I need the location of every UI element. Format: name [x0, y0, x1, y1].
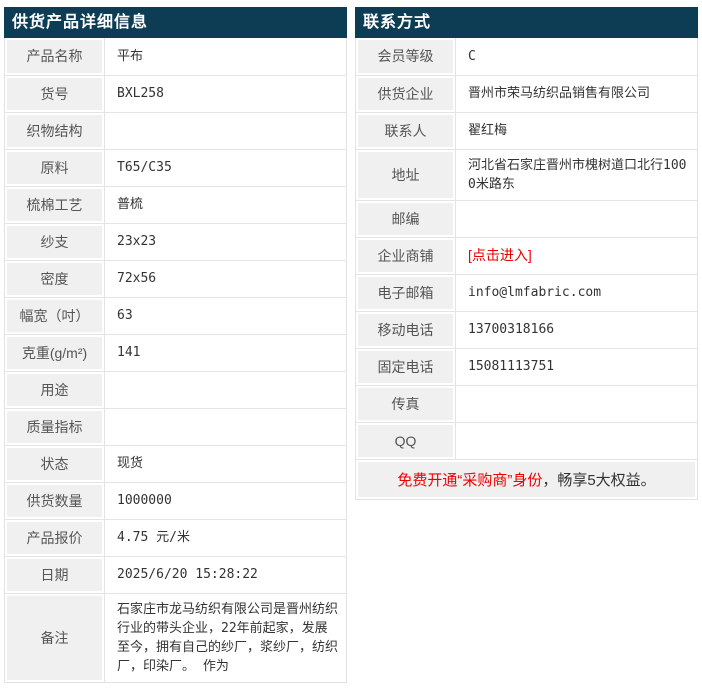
row-label: 货号 — [5, 75, 105, 112]
row-label: 供货数量 — [5, 482, 105, 519]
row-label: 联系人 — [356, 112, 456, 149]
enter-shop-link[interactable]: [点击进入] — [468, 247, 532, 263]
row-value: 1000000 — [105, 482, 347, 519]
promo-buyer-signup-link[interactable]: 免费开通“采购商”身份 — [397, 472, 542, 489]
product-row-8: 克重(g/m²)141 — [5, 334, 347, 371]
row-value: 2025/6/20 15:28:22 — [105, 556, 347, 593]
row-label: 产品报价 — [5, 519, 105, 556]
row-label: 原料 — [5, 149, 105, 186]
row-value: 平布 — [105, 38, 347, 75]
contact-row-1: 供货企业晋州市荣马纺织品销售有限公司 — [356, 75, 698, 112]
row-label: 企业商铺 — [356, 237, 456, 274]
promo-message: 免费开通“采购商”身份，畅享5大权益。 — [356, 459, 698, 499]
product-detail-panel-title: 供货产品详细信息 — [4, 7, 347, 38]
row-value: 141 — [105, 334, 347, 371]
row-label: 克重(g/m²) — [5, 334, 105, 371]
contact-row-4: 邮编 — [356, 200, 698, 237]
page: 供货产品详细信息 产品名称平布货号BXL258织物结构原料T65/C35梳棉工艺… — [0, 0, 702, 690]
promo-message-rest: ，畅享5大权益。 — [542, 472, 655, 489]
row-value: 23x23 — [105, 223, 347, 260]
product-row-10: 质量指标 — [5, 408, 347, 445]
row-value: 翟红梅 — [456, 112, 698, 149]
contact-row-5: 企业商铺 [点击进入] — [356, 237, 698, 274]
row-value: [点击进入] — [456, 237, 698, 274]
row-value: info@lmfabric.com — [456, 274, 698, 311]
product-detail-table: 产品名称平布货号BXL258织物结构原料T65/C35梳棉工艺普梳纱支23x23… — [4, 38, 347, 683]
row-label: 纱支 — [5, 223, 105, 260]
contact-row-2: 联系人翟红梅 — [356, 112, 698, 149]
row-value — [105, 371, 347, 408]
row-value — [105, 112, 347, 149]
product-row-9: 用途 — [5, 371, 347, 408]
row-value: T65/C35 — [105, 149, 347, 186]
contact-row-8: 固定电话15081113751 — [356, 348, 698, 385]
row-value: 72x56 — [105, 260, 347, 297]
row-label: 移动电话 — [356, 311, 456, 348]
contact-row-9: 传真 — [356, 385, 698, 422]
contact-row-0: 会员等级C — [356, 38, 698, 75]
row-value: 河北省石家庄晋州市槐树道口北行1000米路东 — [456, 149, 698, 200]
product-detail-panel: 供货产品详细信息 产品名称平布货号BXL258织物结构原料T65/C35梳棉工艺… — [4, 7, 347, 683]
row-label: 固定电话 — [356, 348, 456, 385]
product-row-6: 密度72x56 — [5, 260, 347, 297]
row-value — [456, 200, 698, 237]
contact-panel-title: 联系方式 — [355, 7, 698, 38]
row-label: 幅宽（吋） — [5, 297, 105, 334]
row-label: 电子邮箱 — [356, 274, 456, 311]
row-value: 晋州市荣马纺织品销售有限公司 — [456, 75, 698, 112]
product-row-11: 状态现货 — [5, 445, 347, 482]
row-label: 传真 — [356, 385, 456, 422]
product-row-2: 织物结构 — [5, 112, 347, 149]
row-value: 4.75 元/米 — [105, 519, 347, 556]
product-row-14: 日期2025/6/20 15:28:22 — [5, 556, 347, 593]
product-row-5: 纱支23x23 — [5, 223, 347, 260]
row-value: 普梳 — [105, 186, 347, 223]
contact-row-6: 电子邮箱info@lmfabric.com — [356, 274, 698, 311]
contact-row-10: QQ — [356, 422, 698, 459]
contact-row-3: 地址河北省石家庄晋州市槐树道口北行1000米路东 — [356, 149, 698, 200]
contact-row-7: 移动电话13700318166 — [356, 311, 698, 348]
product-row-4: 梳棉工艺普梳 — [5, 186, 347, 223]
product-row-7: 幅宽（吋）63 — [5, 297, 347, 334]
row-value: 15081113751 — [456, 348, 698, 385]
product-row-13: 产品报价4.75 元/米 — [5, 519, 347, 556]
row-value: 13700318166 — [456, 311, 698, 348]
row-label: 地址 — [356, 149, 456, 200]
product-row-1: 货号BXL258 — [5, 75, 347, 112]
product-row-15: 备注石家庄市龙马纺织有限公司是晋州纺织行业的带头企业，22年前起家，发展至今，拥… — [5, 593, 347, 682]
row-value: 现货 — [105, 445, 347, 482]
row-label: 日期 — [5, 556, 105, 593]
row-label: 用途 — [5, 371, 105, 408]
row-label: 质量指标 — [5, 408, 105, 445]
row-value — [456, 385, 698, 422]
contact-panel: 联系方式 会员等级C供货企业晋州市荣马纺织品销售有限公司联系人翟红梅地址河北省石… — [355, 7, 698, 500]
row-value: C — [456, 38, 698, 75]
product-row-12: 供货数量1000000 — [5, 482, 347, 519]
row-label: 邮编 — [356, 200, 456, 237]
contact-table: 会员等级C供货企业晋州市荣马纺织品销售有限公司联系人翟红梅地址河北省石家庄晋州市… — [355, 38, 698, 500]
product-row-3: 原料T65/C35 — [5, 149, 347, 186]
row-label: 状态 — [5, 445, 105, 482]
row-value — [456, 422, 698, 459]
row-label: 梳棉工艺 — [5, 186, 105, 223]
row-label: 织物结构 — [5, 112, 105, 149]
row-label: 供货企业 — [356, 75, 456, 112]
row-value: 石家庄市龙马纺织有限公司是晋州纺织行业的带头企业，22年前起家，发展至今，拥有自… — [105, 593, 347, 682]
row-value — [105, 408, 347, 445]
row-value: 63 — [105, 297, 347, 334]
row-label: 会员等级 — [356, 38, 456, 75]
row-label: 备注 — [5, 593, 105, 682]
row-label: QQ — [356, 422, 456, 459]
row-value: BXL258 — [105, 75, 347, 112]
promo-row: 免费开通“采购商”身份，畅享5大权益。 — [356, 459, 698, 499]
row-label: 密度 — [5, 260, 105, 297]
row-label: 产品名称 — [5, 38, 105, 75]
product-row-0: 产品名称平布 — [5, 38, 347, 75]
